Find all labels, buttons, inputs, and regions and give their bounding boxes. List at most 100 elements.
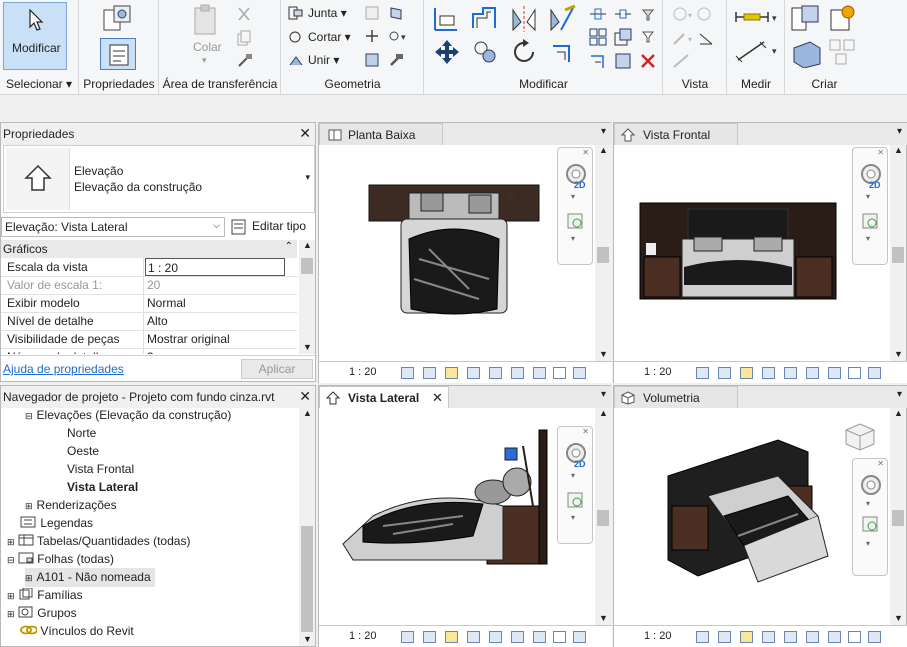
view-menu-icon[interactable]: ▾ <box>897 126 902 137</box>
tab-vista-frontal[interactable]: Vista Frontal <box>614 123 738 145</box>
view-menu-icon[interactable]: ▾ <box>601 389 606 400</box>
sun-path-icon[interactable] <box>740 631 753 643</box>
tree-item-elevations[interactable]: ⊟ Elevações (Elevação da construção) <box>25 406 231 425</box>
show-crop-icon[interactable] <box>511 367 524 379</box>
show-crop-icon[interactable] <box>511 631 524 643</box>
cut-icon[interactable] <box>236 6 252 22</box>
join-label[interactable]: Junta ▾ <box>308 6 347 20</box>
expand-node-icon[interactable]: ⊞ <box>25 501 33 511</box>
offset-multiple-icon[interactable] <box>614 52 632 70</box>
view-scrollbar[interactable]: ▲ ▼ <box>595 408 611 625</box>
steering-wheel-icon[interactable] <box>859 473 883 497</box>
view-scale[interactable]: 1 : 20 <box>349 630 377 642</box>
modify-tool-button[interactable]: Modificar <box>3 2 67 70</box>
instance-selector[interactable]: Elevação: Vista Lateral ⌵ <box>1 217 225 237</box>
crop-view-icon[interactable] <box>489 631 502 643</box>
reveal-hidden-icon[interactable] <box>553 367 566 379</box>
reveal-hidden-icon[interactable] <box>553 631 566 643</box>
create-similar-icon[interactable] <box>828 4 858 34</box>
view-scale[interactable]: 1 : 20 <box>349 366 377 378</box>
cut-geometry-icon[interactable] <box>288 30 304 44</box>
trim-multiple-icon[interactable] <box>589 52 607 70</box>
shadows-icon[interactable] <box>762 367 775 379</box>
tree-item-legendas[interactable]: Legendas <box>7 514 93 532</box>
tree-item-a101[interactable]: ⊞ A101 - Não nomeada <box>25 568 155 587</box>
temporary-hide-icon[interactable] <box>533 631 546 643</box>
delete-icon[interactable] <box>639 52 657 70</box>
prop-value[interactable]: Normal <box>145 294 285 312</box>
copy-elements-icon[interactable] <box>471 38 499 66</box>
temporary-hide-icon[interactable] <box>828 367 841 379</box>
zoom-dropdown[interactable]: ▾ <box>571 234 575 243</box>
temporary-hide-icon[interactable] <box>828 631 841 643</box>
browser-close-button[interactable]: ✕ <box>299 389 311 403</box>
hide-element-icon[interactable]: ▾ <box>672 6 716 22</box>
analysis-icon[interactable] <box>868 367 881 379</box>
analysis-icon[interactable] <box>573 631 586 643</box>
properties-toggle-button[interactable] <box>100 38 136 70</box>
offset-icon[interactable] <box>469 4 499 34</box>
paste-icon[interactable] <box>192 4 220 38</box>
mirror-axis-icon[interactable] <box>509 4 539 34</box>
dimension-icon[interactable]: ▾ <box>734 40 780 62</box>
create-assembly-icon[interactable] <box>828 38 858 68</box>
detail-level-icon[interactable] <box>401 367 414 379</box>
properties-help-link[interactable]: Ajuda de propriedades <box>3 362 124 376</box>
hammer-icon[interactable] <box>388 52 404 68</box>
expand-node-icon[interactable]: ⊞ <box>7 537 15 547</box>
apply-button[interactable]: Aplicar <box>241 359 313 379</box>
tree-item-norte[interactable]: Norte <box>67 424 96 442</box>
collapse-node-icon[interactable]: ⊟ <box>7 555 15 565</box>
show-crop-icon[interactable] <box>806 631 819 643</box>
measure-icon[interactable]: ▾ <box>734 8 780 26</box>
detail-level-icon[interactable] <box>401 631 414 643</box>
crop-view-icon[interactable] <box>489 367 502 379</box>
visual-style-icon[interactable] <box>423 367 436 379</box>
prop-value-input[interactable]: 1 : 20 <box>145 258 285 276</box>
shadows-icon[interactable] <box>762 631 775 643</box>
tab-volumetria[interactable]: Volumetria <box>614 386 738 408</box>
view-vista-lateral[interactable]: Vista Lateral ✕ ▾ ✕ 2D ▾ ▾ ▲ ▼ 1 : 20 <box>318 385 612 647</box>
tab-vista-lateral[interactable]: Vista Lateral ✕ <box>319 386 449 408</box>
view-menu-icon[interactable]: ▾ <box>601 126 606 137</box>
view-scrollbar[interactable]: ▲ ▼ <box>890 145 906 361</box>
split-face-icon[interactable] <box>388 5 404 21</box>
join-icon[interactable] <box>288 6 304 20</box>
tree-item-tabelas[interactable]: ⊞ Tabelas/Quantidades (todas) <box>7 532 190 551</box>
demolish-icon[interactable] <box>364 28 380 44</box>
temporary-hide-icon[interactable] <box>533 367 546 379</box>
tree-item-vista-lateral[interactable]: Vista Lateral <box>67 478 138 496</box>
navbar-dropdown[interactable]: ▾ <box>571 192 575 201</box>
view-vista-frontal[interactable]: Vista Frontal ▾ ✕ 2D ▾ ▾ ▲ ▼ 1 : 20 <box>613 122 907 383</box>
rotate-icon[interactable] <box>511 38 539 66</box>
tab-planta-baixa[interactable]: Planta Baixa <box>319 123 443 145</box>
unjoin-label[interactable]: Unir ▾ <box>308 53 339 67</box>
view-scale[interactable]: 1 : 20 <box>644 630 672 642</box>
expand-node-icon[interactable]: ⊞ <box>7 591 15 601</box>
type-dropdown-arrow[interactable]: ▾ <box>305 172 310 183</box>
paint-icon[interactable]: ▾ <box>388 28 410 44</box>
visual-style-icon[interactable] <box>423 631 436 643</box>
sun-path-icon[interactable] <box>740 367 753 379</box>
crop-view-icon[interactable] <box>784 631 797 643</box>
tree-item-renderizacoes[interactable]: ⊞ Renderizações <box>25 496 117 515</box>
view-menu-icon[interactable]: ▾ <box>897 389 902 400</box>
create-parts-icon[interactable] <box>790 38 824 68</box>
expand-node-icon[interactable]: ⊞ <box>7 609 15 619</box>
split-gap-icon[interactable] <box>614 6 632 22</box>
type-selector[interactable]: Elevação Elevação da construção ▾ <box>3 145 315 213</box>
shadows-icon[interactable] <box>467 631 480 643</box>
browser-scrollbar[interactable]: ▲ ▼ <box>299 408 315 646</box>
override-graphics-icon[interactable]: ▾ <box>672 30 716 46</box>
section-graphics[interactable]: Gráficos ⌃ <box>1 240 297 258</box>
show-crop-icon[interactable] <box>806 367 819 379</box>
tree-item-familias[interactable]: ⊞ Famílias <box>7 586 83 605</box>
view-scrollbar[interactable]: ▲ ▼ <box>890 408 906 625</box>
navigation-bar[interactable]: ✕ 2D ▾ ▾ <box>557 147 593 265</box>
tree-item-vista-frontal[interactable]: Vista Frontal <box>67 460 134 478</box>
navigation-bar[interactable]: ✕ ▾ ▾ <box>852 458 888 576</box>
sun-path-icon[interactable] <box>445 367 458 379</box>
tree-item-folhas[interactable]: ⊟ Folhas (todas) <box>7 550 114 569</box>
zoom-region-icon[interactable] <box>861 212 881 232</box>
sun-path-icon[interactable] <box>445 631 458 643</box>
